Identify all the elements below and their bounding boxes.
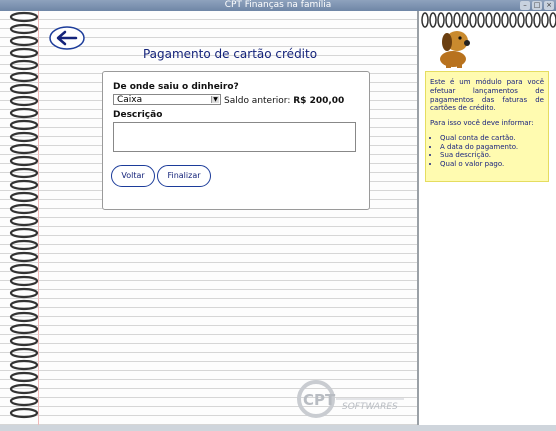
spiral-ring bbox=[9, 287, 39, 299]
description-field[interactable] bbox=[113, 122, 356, 152]
svg-text:CPT: CPT bbox=[303, 391, 336, 409]
help-item: Sua descrição. bbox=[440, 151, 544, 160]
window-title: CPT Finanças na família bbox=[224, 0, 332, 10]
source-label: De onde saiu o dinheiro? bbox=[113, 82, 239, 92]
binding-ring bbox=[549, 12, 556, 28]
balance-value: R$ 200,00 bbox=[293, 96, 345, 106]
svg-text:SOFTWARES: SOFTWARES bbox=[342, 402, 398, 412]
spiral-ring bbox=[9, 251, 39, 263]
chevron-down-icon: ▼ bbox=[211, 96, 219, 103]
spiral-ring bbox=[9, 371, 39, 383]
spiral-ring bbox=[9, 215, 39, 227]
spiral-ring bbox=[9, 275, 39, 287]
spiral-ring bbox=[9, 395, 39, 407]
status-bar bbox=[0, 425, 556, 431]
help-item: Qual conta de cartão. bbox=[440, 134, 544, 143]
spiral-ring bbox=[9, 71, 39, 83]
spiral-ring bbox=[9, 23, 39, 35]
binding-ring bbox=[421, 12, 429, 28]
binding-ring bbox=[525, 12, 533, 28]
cpt-logo: CPT SOFTWARES bbox=[297, 380, 404, 418]
description-label: Descrição bbox=[113, 110, 163, 120]
spiral-ring bbox=[9, 107, 39, 119]
spiral-ring bbox=[9, 119, 39, 131]
binding-ring bbox=[501, 12, 509, 28]
window-titlebar: CPT Finanças na família – □ × bbox=[0, 0, 556, 11]
spiral-binding bbox=[9, 11, 39, 419]
binding-ring bbox=[533, 12, 541, 28]
spiral-ring bbox=[9, 59, 39, 71]
spiral-ring bbox=[9, 323, 39, 335]
spiral-ring bbox=[9, 11, 39, 23]
spiral-ring bbox=[9, 47, 39, 59]
spiral-ring bbox=[9, 131, 39, 143]
payment-form: De onde saiu o dinheiro? Caixa ▼ Saldo a… bbox=[102, 71, 370, 210]
minimize-button[interactable]: – bbox=[520, 1, 530, 10]
help-item: A data do pagamento. bbox=[440, 143, 544, 152]
source-select[interactable]: Caixa ▼ bbox=[113, 94, 221, 105]
spiral-ring bbox=[9, 227, 39, 239]
dog-mascot-icon bbox=[440, 31, 470, 68]
binding-ring bbox=[509, 12, 517, 28]
help-sidebar: Este é um módulo para você efetuar lança… bbox=[419, 11, 556, 425]
spiral-ring bbox=[9, 239, 39, 251]
binding-ring bbox=[485, 12, 493, 28]
help-prompt: Para isso você deve informar: bbox=[430, 119, 534, 127]
spiral-ring bbox=[9, 143, 39, 155]
close-button[interactable]: × bbox=[544, 1, 554, 10]
spiral-ring bbox=[9, 347, 39, 359]
back-button[interactable]: Voltar bbox=[111, 165, 155, 187]
help-list: Qual conta de cartão. A data do pagament… bbox=[430, 134, 544, 169]
finish-button[interactable]: Finalizar bbox=[157, 165, 211, 187]
spiral-ring bbox=[9, 83, 39, 95]
spiral-ring bbox=[9, 35, 39, 47]
window-controls: – □ × bbox=[520, 1, 554, 10]
spiral-ring bbox=[9, 299, 39, 311]
balance-label: Saldo anterior: bbox=[224, 96, 291, 106]
maximize-button[interactable]: □ bbox=[532, 1, 542, 10]
spiral-ring bbox=[9, 191, 39, 203]
spiral-ring bbox=[9, 359, 39, 371]
help-note: Este é um módulo para você efetuar lança… bbox=[425, 71, 549, 182]
spiral-ring bbox=[9, 203, 39, 215]
binding-ring bbox=[541, 12, 549, 28]
spiral-ring bbox=[9, 335, 39, 347]
spiral-ring bbox=[9, 311, 39, 323]
spiral-ring bbox=[9, 167, 39, 179]
spiral-ring bbox=[9, 383, 39, 395]
binding-ring bbox=[517, 12, 525, 28]
spiral-ring bbox=[9, 155, 39, 167]
spiral-ring bbox=[9, 407, 39, 419]
spiral-ring bbox=[9, 263, 39, 275]
source-select-value: Caixa bbox=[117, 95, 143, 105]
back-arrow-icon[interactable] bbox=[48, 25, 86, 51]
binding-ring bbox=[477, 12, 485, 28]
help-item: Qual o valor pago. bbox=[440, 160, 544, 169]
notebook-page: Pagamento de cartão crédito De onde saiu… bbox=[0, 11, 419, 425]
binding-ring bbox=[493, 12, 501, 28]
spiral-ring bbox=[9, 179, 39, 191]
help-intro: Este é um módulo para você efetuar lança… bbox=[430, 78, 544, 113]
balance-display: Saldo anterior: R$ 200,00 bbox=[224, 96, 344, 106]
spiral-ring bbox=[9, 95, 39, 107]
page-title: Pagamento de cartão crédito bbox=[142, 47, 318, 61]
